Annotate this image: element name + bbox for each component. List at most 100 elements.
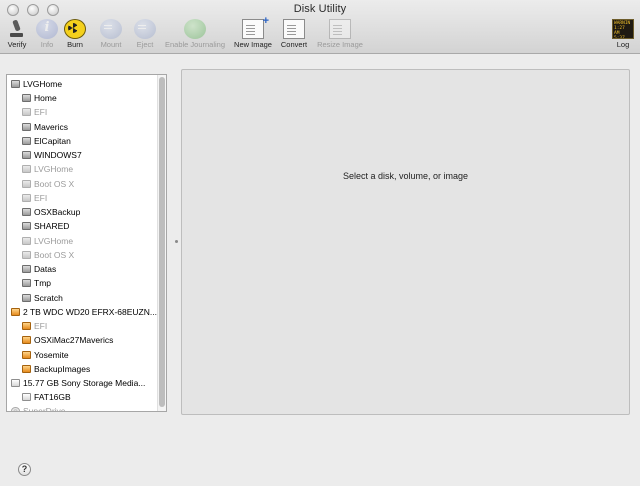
sidebar-item-volume[interactable]: EFI [7, 105, 157, 119]
sidebar-item-volume[interactable]: Scratch [7, 291, 157, 305]
mount-icon [100, 19, 122, 39]
disk-utility-window: Disk Utility Verify i Info Burn Mount Ej… [0, 0, 640, 486]
resize-image-button[interactable]: Resize Image [314, 19, 366, 53]
volume-icon [22, 222, 31, 230]
sidebar-item-volume[interactable]: Maverics [7, 120, 157, 134]
volume-icon [22, 123, 31, 131]
hard-disk-icon [11, 80, 20, 88]
volume-icon [22, 108, 31, 116]
convert-button[interactable]: Convert [278, 19, 310, 53]
volume-icon [22, 165, 31, 173]
sidebar-item-volume[interactable]: ElCapitan [7, 134, 157, 148]
volume-icon [22, 208, 31, 216]
sidebar-item-volume[interactable]: LVGHome [7, 234, 157, 248]
volume-icon [22, 365, 31, 373]
sidebar-item-volume[interactable]: EFI [7, 191, 157, 205]
sidebar-item-label: Maverics [34, 122, 69, 132]
sidebar-item-volume[interactable]: OSXBackup [7, 205, 157, 219]
resize-image-icon [329, 19, 351, 39]
sidebar-item-disk[interactable]: 2 TB WDC WD20 EFRX-68EUZN... [7, 305, 157, 319]
convert-icon [283, 19, 305, 39]
eject-button[interactable]: Eject [132, 19, 158, 53]
sidebar-item-volume[interactable]: Yosemite [7, 348, 157, 362]
sidebar-item-label: EFI [34, 193, 48, 203]
sidebar-item-volume[interactable]: FAT16GB [7, 390, 157, 404]
sidebar-item-label: OSXBackup [34, 207, 81, 217]
enable-journaling-button[interactable]: Enable Journaling [162, 19, 228, 53]
sidebar-item-volume[interactable]: Home [7, 91, 157, 105]
volume-icon [22, 94, 31, 102]
resize-image-label: Resize Image [317, 40, 363, 49]
verify-button[interactable]: Verify [4, 19, 30, 53]
sidebar-item-volume[interactable]: Tmp [7, 276, 157, 290]
volume-icon [22, 265, 31, 273]
eject-icon [134, 19, 156, 39]
volume-icon [22, 336, 31, 344]
eject-label: Eject [136, 40, 154, 49]
sidebar-item-label: Scratch [34, 293, 63, 303]
sidebar-item-label: LVGHome [34, 236, 74, 246]
sidebar-item-volume[interactable]: WINDOWS7 [7, 148, 157, 162]
volume-icon [22, 194, 31, 202]
window-title: Disk Utility [293, 3, 347, 15]
burn-icon [64, 19, 86, 39]
sidebar-item-label: Home [34, 93, 57, 103]
sidebar-item-label: 15.77 GB Sony Storage Media... [23, 378, 146, 388]
usb-disk-icon [11, 379, 20, 387]
sidebar-item-label: WINDOWS7 [34, 150, 82, 160]
journaling-icon [184, 19, 206, 39]
sidebar-item-label: Datas [34, 264, 57, 274]
mount-label: Mount [100, 40, 122, 49]
sidebar-item-label: SHARED [34, 221, 70, 231]
volume-icon [22, 351, 31, 359]
disk-list-sidebar[interactable]: LVGHome Home EFI Maverics ElCapitan WIND… [6, 74, 167, 412]
sidebar-item-volume[interactable]: Datas [7, 262, 157, 276]
external-disk-icon [11, 308, 20, 316]
info-button[interactable]: i Info [34, 19, 60, 53]
volume-icon [22, 180, 31, 188]
sidebar-scroll-thumb[interactable] [159, 77, 165, 407]
sidebar-item-label: EFI [34, 107, 48, 117]
mount-button[interactable]: Mount [96, 19, 126, 53]
sidebar-item-superdrive[interactable]: SuperDrive [7, 404, 157, 412]
sidebar-item-label: 2 TB WDC WD20 EFRX-68EUZN... [23, 307, 157, 317]
sidebar-item-label: Boot OS X [34, 250, 75, 260]
log-label: Log [616, 40, 630, 49]
sidebar-item-volume[interactable]: OSXiMac27Maverics [7, 333, 157, 347]
sidebar-item-volume[interactable]: Boot OS X [7, 177, 157, 191]
toolbar: Disk Utility Verify i Info Burn Mount Ej… [0, 0, 640, 54]
sidebar-item-label: FAT16GB [34, 392, 71, 402]
sidebar-item-label: SuperDrive [23, 406, 66, 412]
sidebar-item-volume[interactable]: EFI [7, 319, 157, 333]
sidebar-item-volume[interactable]: BackupImages [7, 362, 157, 376]
volume-icon [22, 151, 31, 159]
volume-icon [22, 279, 31, 287]
info-label: Info [40, 40, 54, 49]
volume-icon [22, 237, 31, 245]
sidebar-scrollbar[interactable] [157, 75, 166, 411]
sidebar-item-label: BackupImages [34, 364, 91, 374]
volume-icon [22, 322, 31, 330]
sidebar-item-label: ElCapitan [34, 136, 71, 146]
sidebar-item-label: Tmp [34, 278, 51, 288]
new-image-icon [242, 15, 269, 39]
new-image-label: New Image [234, 40, 272, 49]
detail-pane: Select a disk, volume, or image [181, 69, 630, 415]
sidebar-item-disk[interactable]: LVGHome [7, 77, 157, 91]
split-view-handle[interactable] [175, 240, 178, 243]
sidebar-item-volume[interactable]: LVGHome [7, 162, 157, 176]
help-button[interactable]: ? [18, 463, 31, 476]
new-image-button[interactable]: New Image [232, 15, 274, 53]
optical-drive-icon [11, 407, 20, 411]
sidebar-item-disk[interactable]: 15.77 GB Sony Storage Media... [7, 376, 157, 390]
sidebar-item-volume[interactable]: Boot OS X [7, 248, 157, 262]
sidebar-item-label: LVGHome [34, 164, 74, 174]
log-button[interactable]: WARNIN 1:27 AM 5:37 PM Log [610, 19, 636, 53]
sidebar-item-label: Boot OS X [34, 179, 75, 189]
volume-icon [22, 137, 31, 145]
empty-selection-message: Select a disk, volume, or image [342, 171, 469, 181]
sidebar-item-label: OSXiMac27Maverics [34, 335, 114, 345]
burn-button[interactable]: Burn [62, 19, 88, 53]
sidebar-item-volume[interactable]: SHARED [7, 219, 157, 233]
enable-journaling-label: Enable Journaling [164, 40, 226, 49]
